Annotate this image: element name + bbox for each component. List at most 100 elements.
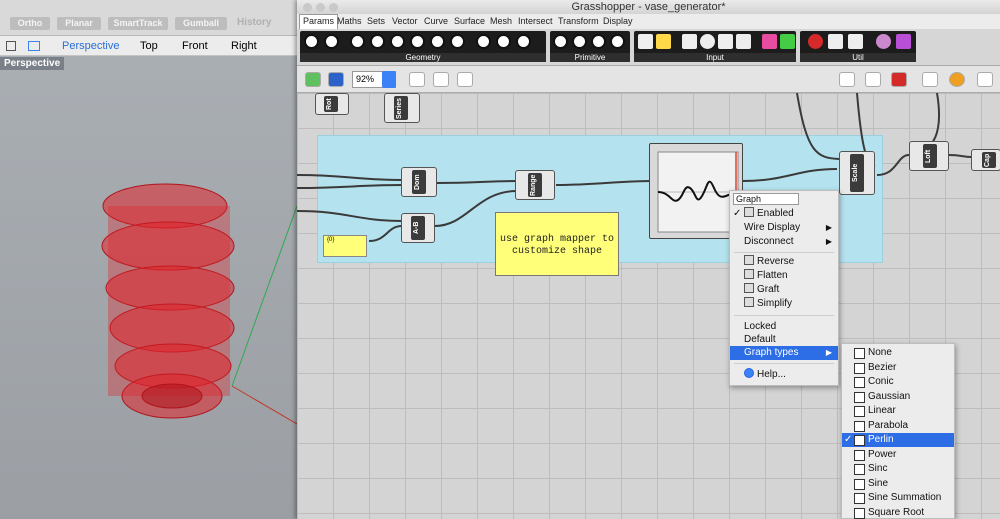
series-component[interactable]: Series [384,93,420,123]
gradient-icon[interactable] [762,34,777,49]
circle-icon[interactable] [350,34,365,49]
smarttrack-toggle[interactable]: SmartTrack [108,17,168,30]
vector-icon[interactable] [324,34,339,49]
number-icon[interactable] [591,34,606,49]
loft-component[interactable]: Loft [909,141,949,171]
cap-component[interactable]: Cap [971,149,1000,171]
close-icon[interactable] [303,3,312,12]
toggle-icon[interactable] [682,34,697,49]
menu-item-graft[interactable]: Graft [730,283,838,297]
graph-type-square-root[interactable]: Square Root [842,506,954,519]
ab-component[interactable]: A-B [401,213,435,243]
planar-toggle[interactable]: Planar [57,17,101,30]
cherry-icon[interactable] [808,34,823,49]
scribble-note[interactable]: use graph mapper to customize shape [495,212,619,276]
range-component[interactable]: Range [515,170,555,200]
panel-component[interactable]: {0} [323,235,367,257]
flask-icon[interactable] [896,34,911,49]
menu-curve[interactable]: Curve [424,16,448,26]
arc-icon[interactable] [370,34,385,49]
brep-icon[interactable] [496,34,511,49]
minimize-icon[interactable] [316,3,325,12]
wireframe-icon[interactable] [865,72,881,87]
rot-component[interactable]: Rot [315,93,349,115]
boolean-icon[interactable] [553,34,568,49]
menu-item-enabled[interactable]: ✓ Enabled [730,207,838,221]
gumball-toggle[interactable]: Gumball [175,17,227,30]
menu-item-help[interactable]: Help... [730,368,838,382]
menu-item-simplify[interactable]: Simplify [730,297,838,311]
fitness-icon[interactable] [876,34,891,49]
graph-type-power[interactable]: Power [842,448,954,462]
swatch-icon[interactable] [780,34,795,49]
save-icon[interactable] [328,72,344,87]
component-ribbon: Geometry Primitive Input Util [297,29,1000,66]
menu-surface[interactable]: Surface [454,16,485,26]
menu-item-flatten[interactable]: Flatten [730,269,838,283]
menu-item-locked[interactable]: Locked [730,320,838,334]
history-toggle[interactable]: History [237,17,271,28]
menu-sets[interactable]: Sets [367,16,385,26]
menu-item-wire-display[interactable]: Wire Display ▶ [730,221,838,235]
graph-type-sine[interactable]: Sine [842,477,954,491]
mesh-icon[interactable] [516,34,531,49]
viewport-layout-icon[interactable] [28,41,40,51]
menu-item-reverse[interactable]: Reverse [730,255,838,269]
graph-type-sinc[interactable]: Sinc [842,462,954,476]
settings-icon[interactable] [977,72,993,87]
menu-maths[interactable]: Maths [337,16,362,26]
value-list-icon[interactable] [718,34,733,49]
point-icon[interactable] [304,34,319,49]
menu-item-default[interactable]: Default [730,333,838,347]
graph-type-gaussian[interactable]: Gaussian [842,390,954,404]
plane-icon[interactable] [430,34,445,49]
menu-item-disconnect[interactable]: Disconnect ▶ [730,235,838,249]
graph-type-parabola[interactable]: Parabola [842,419,954,433]
graph-type-linear[interactable]: Linear [842,404,954,418]
menu-display[interactable]: Display [603,16,633,26]
ortho-toggle[interactable]: Ortho [10,17,50,30]
selected-preview-icon[interactable] [922,72,938,87]
preview-icon[interactable] [839,72,855,87]
scale-component[interactable]: Scale [839,151,875,195]
graph-type-none[interactable]: None [842,346,954,360]
bake-icon[interactable] [949,72,965,87]
tab-front[interactable]: Front [182,40,208,52]
shaded-preview-icon[interactable] [891,72,907,87]
menu-params[interactable]: Params [299,14,339,29]
surface-icon[interactable] [450,34,465,49]
integer-icon[interactable] [572,34,587,49]
box-icon[interactable] [476,34,491,49]
zoom-extents-icon[interactable] [409,72,425,87]
tab-perspective[interactable]: Perspective [62,40,119,52]
menu-intersect[interactable]: Intersect [518,16,553,26]
perspective-viewport[interactable] [0,56,298,519]
dom-component[interactable]: Dom [401,167,437,197]
menu-transform[interactable]: Transform [558,16,599,26]
graph-type-perlin[interactable]: ✓ Perlin [842,433,954,447]
menu-vector[interactable]: Vector [392,16,418,26]
graph-type-bezier[interactable]: Bezier [842,361,954,375]
panel-icon[interactable] [656,34,671,49]
cluster-icon[interactable] [828,34,843,49]
open-file-icon[interactable] [305,72,321,87]
line-icon[interactable] [410,34,425,49]
tab-top[interactable]: Top [140,40,158,52]
tab-right[interactable]: Right [231,40,257,52]
curve-icon[interactable] [390,34,405,49]
graph-type-sine-summation[interactable]: Sine Summation [842,491,954,505]
eye-icon[interactable] [433,72,449,87]
hand-icon[interactable] [848,34,863,49]
graph-type-conic[interactable]: Conic [842,375,954,389]
sketch-icon[interactable] [457,72,473,87]
text-icon[interactable] [610,34,625,49]
context-menu-header[interactable]: Graph [733,193,799,205]
menu-mesh[interactable]: Mesh [490,16,512,26]
menu-item-graph-types[interactable]: Graph types ▶ [730,346,838,360]
zoom-select[interactable]: 92% [352,71,396,88]
digit-scroller-icon[interactable] [736,34,751,49]
number-slider-icon[interactable] [638,34,653,49]
zoom-icon[interactable] [329,3,338,12]
grid-icon[interactable] [6,41,16,51]
button-icon[interactable] [700,34,715,49]
